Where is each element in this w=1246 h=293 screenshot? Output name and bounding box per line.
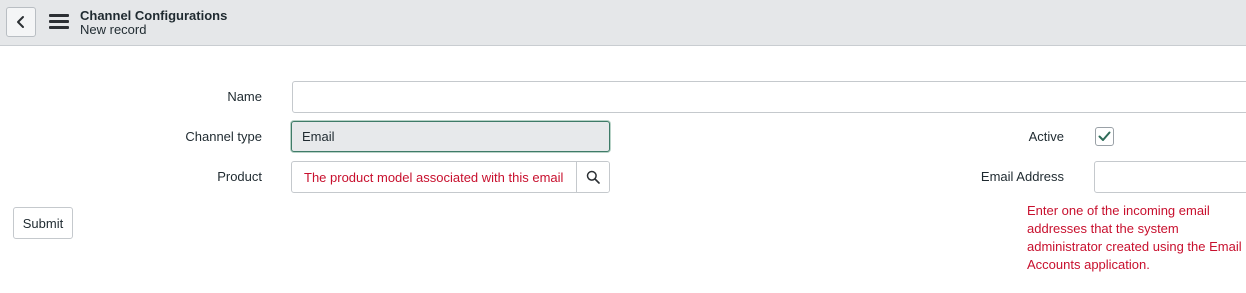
submit-button[interactable]: Submit: [13, 207, 73, 239]
back-button[interactable]: [6, 7, 36, 37]
email-address-input[interactable]: [1094, 161, 1246, 193]
checkmark-icon: [1098, 131, 1111, 141]
page-title: Channel Configurations: [80, 8, 228, 23]
product-hint: The product model associated with this e…: [304, 170, 564, 185]
active-label: Active: [1028, 129, 1064, 144]
search-icon: [586, 170, 600, 184]
form-header: Channel Configurations New record: [0, 0, 1246, 46]
page-subtitle: New record: [80, 22, 147, 37]
email-address-label: Email Address: [980, 169, 1064, 184]
product-lookup-button[interactable]: [576, 162, 609, 192]
chevron-left-icon: [17, 16, 24, 28]
email-address-help-text: Enter one of the incoming email addresse…: [1027, 203, 1242, 272]
channel-type-select[interactable]: Email: [291, 121, 610, 152]
name-input[interactable]: [292, 81, 1246, 113]
product-reference-field[interactable]: The product model associated with this e…: [291, 161, 610, 193]
hamburger-menu-icon[interactable]: [49, 14, 69, 30]
name-label: Name: [227, 89, 262, 104]
active-checkbox[interactable]: [1095, 127, 1114, 146]
channel-type-label: Channel type: [185, 129, 262, 144]
product-label: Product: [217, 169, 262, 184]
